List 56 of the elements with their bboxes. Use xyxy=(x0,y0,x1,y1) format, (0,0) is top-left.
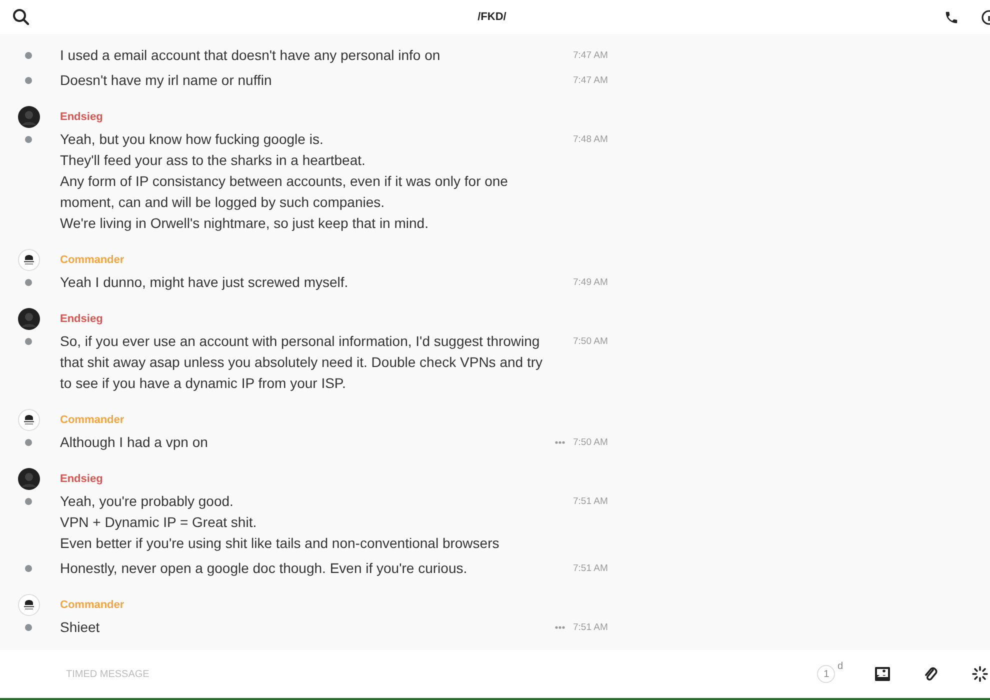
message-input[interactable]: TIMED MESSAGE xyxy=(66,662,798,686)
info-button[interactable] xyxy=(981,10,990,24)
sticker-button[interactable] xyxy=(972,666,988,682)
status-dot xyxy=(25,279,32,286)
avatar-icon[interactable] xyxy=(18,594,40,616)
composer-bar[interactable]: TIMED MESSAGE 1 d xyxy=(0,650,990,700)
author-name[interactable]: Commander xyxy=(60,599,124,611)
avatar-icon[interactable] xyxy=(18,106,40,128)
message-time: 7:51 AM xyxy=(573,621,608,635)
message-time: 7:51 AM xyxy=(573,562,608,576)
author-name[interactable]: Endsieg xyxy=(60,313,103,325)
avatar-icon[interactable] xyxy=(18,468,40,490)
more-icon[interactable] xyxy=(555,626,565,629)
chat-title: /FKD/ xyxy=(476,11,508,23)
message-time: 7:49 AM xyxy=(573,276,608,290)
message-time: 7:51 AM xyxy=(573,495,608,509)
author-name[interactable]: Commander xyxy=(60,254,124,266)
message-text: I used a email account that doesn't have any personal info on xyxy=(60,46,442,65)
message-text: Yeah, but you know how fucking google is. They'll feed your ass to the sharks in a heartbeat. Any form of IP consistancy between accounts, even if it was only for one moment, can and will be logged by such companies. We're living in Orwell's nightmare, so just keep that in mind. xyxy=(60,130,509,233)
info-icon xyxy=(981,10,990,24)
call-button[interactable] xyxy=(944,10,959,24)
status-dot xyxy=(25,77,32,84)
status-dot xyxy=(25,136,32,143)
message-time: 7:47 AM xyxy=(573,74,608,88)
message-time: 7:50 AM xyxy=(573,335,608,349)
message-time: 7:47 AM xyxy=(573,49,608,63)
sparkle-icon xyxy=(972,666,988,682)
message-text: Doesn't have my irl name or nuffin xyxy=(60,71,273,90)
search-button[interactable] xyxy=(12,8,30,26)
status-dot xyxy=(25,498,32,505)
message-time: 7:50 AM xyxy=(573,436,608,450)
author-name[interactable]: Endsieg xyxy=(60,111,103,123)
search-icon xyxy=(12,8,30,26)
more-icon[interactable] xyxy=(555,441,565,444)
image-button[interactable] xyxy=(875,667,890,681)
status-dot xyxy=(25,565,32,572)
author-name[interactable]: Commander xyxy=(60,414,124,426)
status-dot xyxy=(25,624,32,631)
author-name[interactable]: Endsieg xyxy=(60,473,103,485)
avatar-icon[interactable] xyxy=(18,409,40,431)
avatar-icon[interactable] xyxy=(18,308,40,330)
status-dot xyxy=(25,52,32,59)
message-text: Yeah, you're probably good. VPN + Dynamic IP = Great shit. Even better if you're using shit like tails and non-conventional browsers xyxy=(60,492,500,553)
message-text: Yeah I dunno, might have just screwed myself. xyxy=(60,273,350,292)
message-text: Although I had a vpn on xyxy=(60,433,209,452)
phone-icon xyxy=(944,10,959,24)
attach-button[interactable] xyxy=(924,666,938,682)
message-time: 7:48 AM xyxy=(573,133,608,147)
message-text: Shieet xyxy=(60,618,101,637)
message-text: Honestly, never open a google doc though. Even if you're curious. xyxy=(60,559,468,578)
avatar-icon[interactable] xyxy=(18,249,40,271)
status-dot xyxy=(25,439,32,446)
paperclip-icon xyxy=(924,666,938,682)
message-text: So, if you ever use an account with personal information, I'd suggest throwing that shit away asap unless you absolutely need it. Double check VPNs and try to see if you have a dynamic IP from your ISP. xyxy=(60,332,544,393)
image-icon xyxy=(875,667,890,681)
status-dot xyxy=(25,338,32,345)
